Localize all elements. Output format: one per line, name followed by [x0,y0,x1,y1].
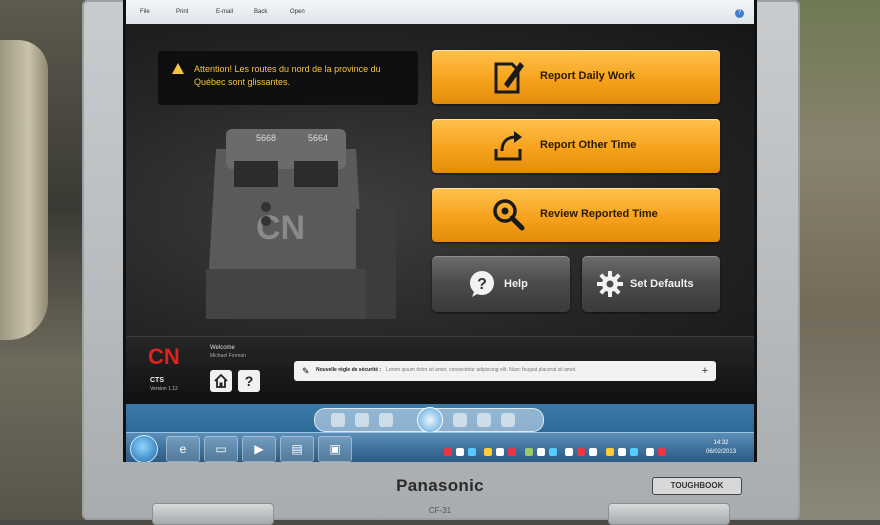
app-main: 5668 5664 CN Attention! Les routes du no… [126,24,754,336]
menu-open[interactable]: Open [290,9,305,15]
help-footer-button[interactable]: ? [238,370,260,392]
news-ticker[interactable]: ✎ Nouvelle règle de sécurité : Lorem ips… [294,361,716,381]
dock-icon-4[interactable] [453,413,467,427]
app-footer: CN Welcome Michael Forman CTS Version 1.… [126,336,754,405]
latch-left [152,503,274,525]
magnifier-icon [493,199,525,231]
cn-logo-text: CN [148,345,180,367]
menu-back[interactable]: Back [254,9,267,15]
taskbar-media-icon[interactable]: ▶ [242,436,276,462]
dock-icon-2[interactable] [355,413,369,427]
background-right [790,0,880,520]
news-text: Lorem ipsum dolor sit amet, consectetur … [386,367,577,373]
menu-email[interactable]: E-mail [216,9,233,15]
set-defaults-button[interactable]: Set Defaults [582,256,720,312]
start-button[interactable] [130,435,158,462]
report-daily-work-button[interactable]: Report Daily Work [432,50,720,104]
cn-logo: CN [148,345,180,367]
svg-text:?: ? [477,276,487,293]
dock-icon-3[interactable] [379,413,393,427]
app-version: Version 1.12 [150,386,178,392]
taskbar-window-icon[interactable]: ▤ [280,436,314,462]
question-icon: ? [244,373,254,389]
laptop-model: CF-31 [428,506,452,515]
home-icon [214,373,228,388]
clock-date: 06/02/2013 [706,449,737,455]
document-edit-icon [494,62,524,94]
app-name: CTS [150,377,164,384]
loco-number-left: 5668 [256,133,276,143]
news-icon: ✎ [302,366,310,376]
menu-print[interactable]: Print [176,9,188,15]
report-other-time-label: Report Other Time [540,139,637,151]
loco-number-right: 5664 [308,133,328,143]
taskbar-app-icon[interactable]: ▣ [318,436,352,462]
welcome-label: Welcome [210,345,235,351]
taskbar-ie-icon[interactable]: e [166,436,200,462]
help-label: Help [504,278,528,290]
set-defaults-label: Set Defaults [630,278,694,290]
alert-banner: Attention! Les routes du nord de la prov… [158,51,418,105]
home-button[interactable] [210,370,232,392]
help-icon: ? [470,271,494,297]
news-title: Nouvelle règle de sécurité : [316,367,382,373]
warning-icon [172,63,184,74]
gear-icon [597,271,623,297]
taskbar-explorer-icon[interactable]: ▭ [204,436,238,462]
dock-icon-6[interactable] [501,413,515,427]
alert-text: Attention! Les routes du nord de la prov… [194,64,381,87]
dock-center-icon[interactable] [417,407,443,433]
review-reported-time-button[interactable]: Review Reported Time [432,188,720,242]
latch-right [608,503,730,525]
loco-cn-logo: CN [256,209,305,247]
dock-icon-5[interactable] [477,413,491,427]
browser-menubar: File Print E-mail Back Open ? [126,0,754,25]
screen: File Print E-mail Back Open ? 5668 5664 … [126,0,754,462]
export-arrow-icon [494,131,522,161]
windows-taskbar: e ▭ ▶ ▤ ▣ 14:32 06/02/2013 [126,432,754,462]
user-name: Michael Forman [210,353,246,359]
news-expand-button[interactable]: + [696,361,714,381]
help-button[interactable]: ? Help [432,256,570,312]
dock-launcher [314,407,544,433]
locomotive-image: 5668 5664 CN [206,129,396,319]
cloth [0,40,48,340]
system-tray [444,443,670,456]
report-daily-work-label: Report Daily Work [540,70,636,82]
laptop-brand: Panasonic [396,476,484,495]
menu-file[interactable]: File [140,9,150,15]
browser-help-icon[interactable]: ? [735,9,744,18]
dock-icon-1[interactable] [331,413,345,427]
clock-time: 14:32 [713,440,729,446]
toughbook-badge: TOUGHBOOK [652,477,742,495]
review-reported-time-label: Review Reported Time [540,208,658,220]
report-other-time-button[interactable]: Report Other Time [432,119,720,173]
clock[interactable]: 14:32 06/02/2013 [706,439,736,457]
